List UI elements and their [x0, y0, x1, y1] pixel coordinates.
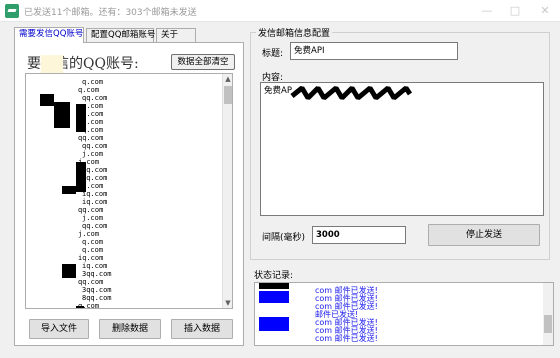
log-label: 状态记录: — [254, 271, 294, 281]
tab-about[interactable]: 关于 — [156, 28, 196, 42]
log-scrollbar[interactable] — [543, 283, 553, 345]
redaction-patch — [41, 55, 63, 75]
subject-label: 标题: — [262, 49, 284, 59]
redaction-block — [259, 291, 289, 303]
scroll-down-icon[interactable]: ▼ — [223, 298, 232, 308]
redaction-block — [295, 319, 309, 329]
redaction-block — [76, 162, 86, 192]
content-text: 免费AP — [264, 86, 292, 96]
redaction-block — [62, 186, 76, 194]
delete-data-button[interactable]: 删除数据 — [99, 319, 161, 339]
redaction-block — [62, 264, 76, 278]
redaction-block — [54, 102, 70, 128]
interval-label: 间隔(毫秒) — [262, 233, 306, 243]
insert-data-button[interactable]: 插入数据 — [171, 319, 233, 339]
redaction-block — [40, 94, 54, 106]
title-bar: 已发送11个邮箱。还有：303个邮箱未发送 — □ ✕ — [0, 0, 560, 22]
subject-field[interactable]: 免费API — [290, 42, 458, 60]
clear-all-button[interactable]: 数据全部清空 — [171, 54, 235, 70]
log-scroll-thumb[interactable] — [544, 315, 552, 333]
close-icon[interactable]: ✕ — [538, 4, 552, 18]
maximize-icon[interactable]: □ — [508, 4, 522, 18]
window-title: 已发送11个邮箱。还有：303个邮箱未发送 — [24, 8, 197, 18]
scroll-up-icon[interactable]: ▲ — [223, 74, 232, 84]
account-listbox[interactable]: ▲ ▼ q.com q.com qq.com q.com qq.com q.com q.co… — [25, 73, 233, 309]
interval-field[interactable]: 3000 — [312, 226, 406, 244]
log-line: com 邮件已发送! — [315, 334, 378, 343]
scroll-thumb[interactable] — [224, 86, 232, 104]
stop-sending-button[interactable]: 停止发送 — [428, 224, 540, 246]
redaction-block — [259, 317, 289, 331]
mail-config-title: 发信邮箱信息配置 — [256, 26, 333, 39]
minimize-icon[interactable]: — — [480, 4, 494, 18]
redaction-block — [76, 306, 84, 308]
content-redaction — [290, 86, 412, 100]
tab-qq-accounts[interactable]: 需要发信QQ账号 — [14, 27, 84, 43]
tab-configure-mailbox[interactable]: 配置QQ邮箱账号 — [86, 28, 155, 42]
redaction-block — [76, 104, 86, 132]
redaction-block — [259, 283, 289, 289]
tab-panel-qq-accounts: 要发信的QQ账号: 数据全部清空 ▲ ▼ q.com q.com qq.com q.c… — [14, 42, 244, 346]
import-file-button[interactable]: 导入文件 — [29, 319, 89, 339]
listbox-scrollbar[interactable]: ▲ ▼ — [222, 74, 232, 308]
status-log[interactable]: com 邮件已发送! com 邮件已发送! com 邮件已发送! 邮件已发送! com … — [254, 282, 554, 346]
app-icon — [5, 4, 19, 18]
